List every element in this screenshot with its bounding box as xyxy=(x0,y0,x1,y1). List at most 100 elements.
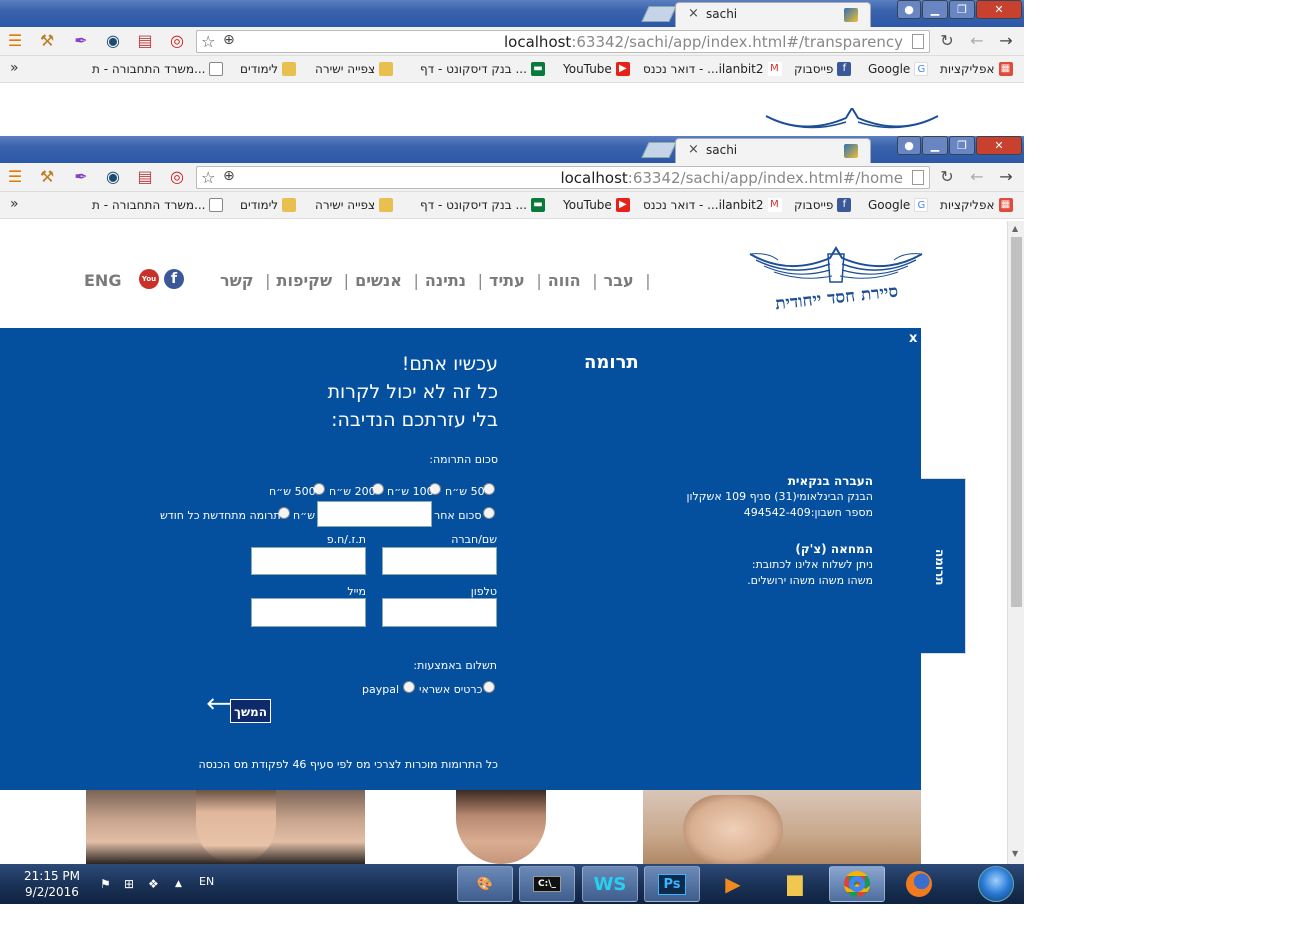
start-button[interactable] xyxy=(978,866,1014,902)
file-explorer-icon[interactable]: ▇ xyxy=(767,866,823,902)
site-logo[interactable] xyxy=(748,246,924,326)
bookmark-google[interactable]: Google G xyxy=(868,198,929,212)
bookmark-gmail[interactable]: דואר נכנס - ...ilanbit2 M xyxy=(643,62,782,76)
feather-icon[interactable]: ✒ xyxy=(72,32,90,50)
scroll-thumb[interactable] xyxy=(1011,237,1022,607)
globe-icon[interactable]: ◉ xyxy=(104,32,122,50)
bookmark-folder-live[interactable]: צפייה ישירה xyxy=(315,198,394,212)
tray-expand-icon[interactable]: ▲ xyxy=(175,879,182,889)
facebook-icon[interactable]: f xyxy=(164,269,184,289)
nav-item-past[interactable]: עבר xyxy=(604,271,634,290)
chrome-app-icon[interactable] xyxy=(829,866,885,902)
bookmark-facebook[interactable]: פייסבוק f xyxy=(794,198,852,212)
email-field[interactable] xyxy=(251,598,366,627)
menu-icon[interactable]: ☰ xyxy=(6,168,24,186)
bookmark-transport[interactable]: משרד התחבורה - ת... xyxy=(92,62,224,76)
nav-item-people[interactable]: אנשים xyxy=(355,271,402,290)
nav-item-giving[interactable]: נתינה xyxy=(425,271,466,290)
nav-item-present[interactable]: הווה xyxy=(548,271,581,290)
clock[interactable]: 21:15 PM 9/2/2016 xyxy=(24,868,80,900)
new-tab-button[interactable] xyxy=(641,6,677,22)
back-icon[interactable]: → xyxy=(997,32,1015,50)
extension-icon[interactable]: ⚒ xyxy=(38,32,56,50)
bookmark-star-icon[interactable]: ☆ xyxy=(201,168,215,187)
name-field[interactable] xyxy=(382,547,497,575)
dropbox-icon[interactable]: ❖ xyxy=(148,877,159,891)
extension-icon[interactable]: ⚒ xyxy=(38,168,56,186)
bookmark-transport[interactable]: משרד התחבורה - ת... xyxy=(92,198,224,212)
credit-card-radio[interactable] xyxy=(483,681,495,693)
paint-app-icon[interactable]: 🎨 xyxy=(457,866,513,902)
id-field[interactable] xyxy=(251,547,366,575)
tab-close-icon[interactable]: × xyxy=(688,6,699,21)
tab-close-icon[interactable]: × xyxy=(688,142,699,157)
firefox-app-icon[interactable] xyxy=(891,866,947,902)
media-player-icon[interactable]: ▶ xyxy=(705,866,761,902)
youtube-icon[interactable]: You xyxy=(139,269,159,289)
bookmark-apps[interactable]: אפליקציות ▦ xyxy=(940,62,1013,76)
nav-item-transparency[interactable]: שקיפות xyxy=(277,271,333,290)
language-switch[interactable]: ENG xyxy=(84,271,121,290)
bookmark-bank[interactable]: בנק דיסקונט - דף ... ▬ xyxy=(420,198,545,212)
new-tab-button[interactable] xyxy=(641,142,677,158)
user-profile-icon[interactable]: ● xyxy=(897,0,921,19)
maximize-button[interactable]: ❐ xyxy=(949,0,975,19)
bookmark-folder-live[interactable]: צפייה ישירה xyxy=(315,62,394,76)
bookmark-gmail[interactable]: דואר נכנס - ...ilanbit2 M xyxy=(643,198,782,212)
more-bookmarks-icon[interactable]: » xyxy=(10,60,19,76)
opera-icon[interactable]: ◎ xyxy=(168,32,186,50)
browser-tab[interactable]: × sachi xyxy=(675,2,871,27)
bookmark-facebook[interactable]: פייסבוק f xyxy=(794,62,852,76)
back-icon[interactable]: → xyxy=(997,168,1015,186)
bookmark-youtube[interactable]: YouTube ▶ xyxy=(563,62,630,76)
page-scrollbar[interactable]: ▲ ▼ xyxy=(1007,221,1024,864)
feather-icon[interactable]: ✒ xyxy=(72,168,90,186)
more-bookmarks-icon[interactable]: » xyxy=(10,196,19,212)
minimize-button[interactable]: ▁ xyxy=(922,0,948,19)
bookmark-google[interactable]: Google G xyxy=(868,62,929,76)
user-profile-icon[interactable]: ● xyxy=(897,136,921,155)
close-window-button[interactable]: ✕ xyxy=(976,136,1022,155)
other-amount-input[interactable] xyxy=(317,501,432,527)
close-panel-button[interactable]: x xyxy=(909,331,917,346)
news-icon[interactable]: ▤ xyxy=(136,168,154,186)
address-bar[interactable]: ☆ ⊕ localhost:63342/sachi/app/index.html… xyxy=(196,30,930,53)
phone-field[interactable] xyxy=(382,598,497,627)
amount-radio-50[interactable] xyxy=(483,483,495,495)
action-center-icon[interactable]: ⚑ xyxy=(100,877,111,891)
nav-item-future[interactable]: עתיד xyxy=(489,271,525,290)
maximize-button[interactable]: ❐ xyxy=(949,136,975,155)
bookmark-youtube[interactable]: YouTube ▶ xyxy=(563,198,630,212)
reload-icon[interactable]: ↻ xyxy=(938,168,956,186)
browser-tab[interactable]: × sachi xyxy=(675,138,871,163)
paypal-radio[interactable] xyxy=(403,681,415,693)
opera-icon[interactable]: ◎ xyxy=(168,168,186,186)
reload-icon[interactable]: ↻ xyxy=(938,32,956,50)
menu-icon[interactable]: ☰ xyxy=(6,32,24,50)
bookmark-folder-studies[interactable]: לימודים xyxy=(240,198,297,212)
zoom-icon[interactable]: ⊕ xyxy=(223,32,235,48)
bookmark-folder-studies[interactable]: לימודים xyxy=(240,62,297,76)
forward-icon[interactable]: ← xyxy=(968,32,986,50)
language-indicator[interactable]: EN xyxy=(199,875,214,888)
news-icon[interactable]: ▤ xyxy=(136,32,154,50)
other-amount-radio[interactable] xyxy=(483,507,495,519)
bookmark-star-icon[interactable]: ☆ xyxy=(201,32,215,51)
zoom-icon[interactable]: ⊕ xyxy=(223,168,235,184)
scroll-down-icon[interactable]: ▼ xyxy=(1012,849,1018,858)
scroll-up-icon[interactable]: ▲ xyxy=(1012,224,1018,233)
bookmark-bank[interactable]: בנק דיסקונט - דף ... ▬ xyxy=(420,62,545,76)
photoshop-app-icon[interactable]: Ps xyxy=(644,866,700,902)
continue-button[interactable]: המשך xyxy=(230,699,271,723)
bookmark-apps[interactable]: אפליקציות ▦ xyxy=(940,198,1013,212)
webstorm-app-icon[interactable]: WS xyxy=(582,866,638,902)
cmd-app-icon[interactable]: C:\_ xyxy=(519,866,575,902)
address-bar[interactable]: ☆ ⊕ localhost:63342/sachi/app/index.html… xyxy=(196,166,930,189)
windows-icon[interactable]: ⊞ xyxy=(124,877,134,891)
minimize-button[interactable]: ▁ xyxy=(922,136,948,155)
nav-item-contact[interactable]: קשר xyxy=(220,271,254,290)
forward-icon[interactable]: ← xyxy=(968,168,986,186)
close-window-button[interactable]: ✕ xyxy=(976,0,1022,19)
globe-icon[interactable]: ◉ xyxy=(104,168,122,186)
donation-side-tab[interactable]: תרומה xyxy=(921,478,966,654)
